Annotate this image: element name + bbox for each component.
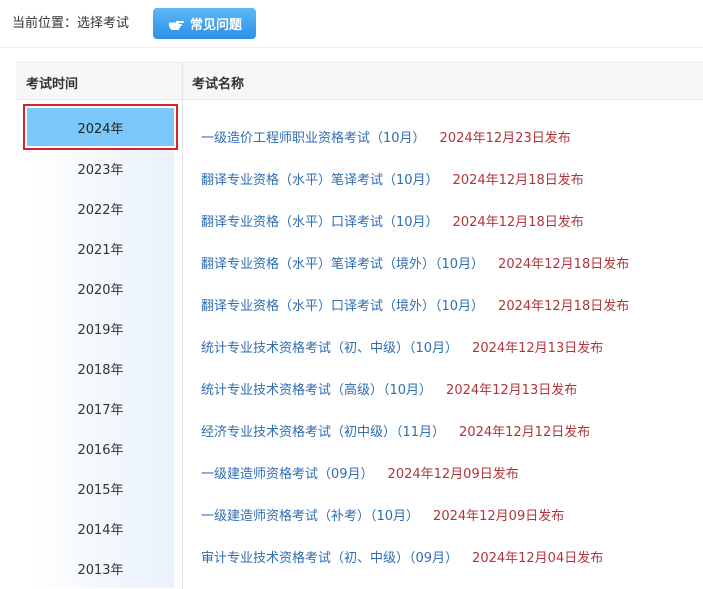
year-list: 2024年 2023年 2022年 2021年 2020年 2019年 2018…	[23, 104, 178, 588]
exam-row: 翻译专业资格（水平）口译考试（10月） 2024年12月18日发布	[201, 202, 701, 244]
year-item-2021[interactable]: 2021年	[27, 228, 174, 268]
header-divider	[182, 63, 183, 99]
exam-link[interactable]: 一级建造师资格考试（补考）（10月）	[201, 509, 419, 524]
exam-link[interactable]: 翻译专业资格（水平）口译考试（境外）（10月）	[201, 299, 484, 314]
exam-link[interactable]: 翻译专业资格（水平）口译考试（10月）	[201, 215, 439, 230]
exam-row: 经济专业技术资格考试（初中级）（11月） 2024年12月12日发布	[201, 412, 701, 454]
year-item-2015[interactable]: 2015年	[27, 468, 174, 508]
exam-row: 翻译专业资格（水平）笔译考试（10月） 2024年12月18日发布	[201, 160, 701, 202]
publish-date: 2024年12月18日发布	[498, 299, 630, 314]
pointing-hand-icon	[167, 15, 185, 33]
publish-date: 2024年12月09日发布	[387, 467, 519, 482]
exam-link[interactable]: 经济专业技术资格考试（初中级）（11月）	[201, 425, 445, 440]
top-bar: 当前位置：选择考试 常见问题	[0, 0, 703, 48]
publish-date: 2024年12月09日发布	[433, 509, 565, 524]
year-item-2020[interactable]: 2020年	[27, 268, 174, 308]
exam-row: 一级造价工程师职业资格考试（10月） 2024年12月23日发布	[201, 118, 701, 160]
exam-link[interactable]: 统计专业技术资格考试（高级）（10月）	[201, 383, 432, 398]
exam-link[interactable]: 审计专业技术资格考试（初、中级）（09月）	[201, 551, 458, 566]
table-header: 考试时间 考试名称	[16, 62, 703, 100]
header-exam-name: 考试名称	[192, 77, 245, 92]
exam-list: 一级造价工程师职业资格考试（10月） 2024年12月23日发布 翻译专业资格（水…	[201, 118, 701, 580]
publish-date: 2024年12月23日发布	[439, 131, 571, 146]
exam-row: 翻译专业资格（水平）笔译考试（境外）（10月） 2024年12月18日发布	[201, 244, 701, 286]
publish-date: 2024年12月13日发布	[472, 341, 604, 356]
exam-row: 统计专业技术资格考试（高级）（10月） 2024年12月13日发布	[201, 370, 701, 412]
exam-row: 审计专业技术资格考试（初、中级）（09月） 2024年12月04日发布	[201, 538, 701, 580]
exam-row: 一级建造师资格考试（09月） 2024年12月09日发布	[201, 454, 701, 496]
header-exam-time: 考试时间	[26, 77, 79, 92]
exam-row: 统计专业技术资格考试（初、中级）（10月） 2024年12月13日发布	[201, 328, 701, 370]
year-item-2014[interactable]: 2014年	[27, 508, 174, 548]
exam-row: 翻译专业资格（水平）口译考试（境外）（10月） 2024年12月18日发布	[201, 286, 701, 328]
year-item-2017[interactable]: 2017年	[27, 388, 174, 428]
faq-button[interactable]: 常见问题	[153, 8, 256, 39]
year-item-2022[interactable]: 2022年	[27, 188, 174, 228]
publish-date: 2024年12月12日发布	[459, 425, 591, 440]
year-item-2024[interactable]: 2024年	[23, 104, 178, 150]
year-item-2019[interactable]: 2019年	[27, 308, 174, 348]
faq-button-label: 常见问题	[189, 18, 242, 33]
year-item-2023[interactable]: 2023年	[27, 148, 174, 188]
publish-date: 2024年12月13日发布	[446, 383, 578, 398]
exam-link[interactable]: 一级造价工程师职业资格考试（10月）	[201, 131, 426, 146]
exam-link[interactable]: 翻译专业资格（水平）笔译考试（境外）（10月）	[201, 257, 484, 272]
year-sidebar: 2024年 2023年 2022年 2021年 2020年 2019年 2018…	[16, 100, 183, 589]
publish-date: 2024年12月04日发布	[472, 551, 604, 566]
exam-link[interactable]: 统计专业技术资格考试（初、中级）（10月）	[201, 341, 458, 356]
breadcrumb: 当前位置：选择考试	[12, 16, 130, 31]
year-item-2013[interactable]: 2013年	[27, 548, 174, 588]
exam-link[interactable]: 翻译专业资格（水平）笔译考试（10月）	[201, 173, 439, 188]
exam-link[interactable]: 一级建造师资格考试（09月）	[201, 467, 374, 482]
publish-date: 2024年12月18日发布	[452, 215, 584, 230]
year-item-2018[interactable]: 2018年	[27, 348, 174, 388]
year-item-2016[interactable]: 2016年	[27, 428, 174, 468]
publish-date: 2024年12月18日发布	[452, 173, 584, 188]
publish-date: 2024年12月18日发布	[498, 257, 630, 272]
exam-row: 一级建造师资格考试（补考）（10月） 2024年12月09日发布	[201, 496, 701, 538]
